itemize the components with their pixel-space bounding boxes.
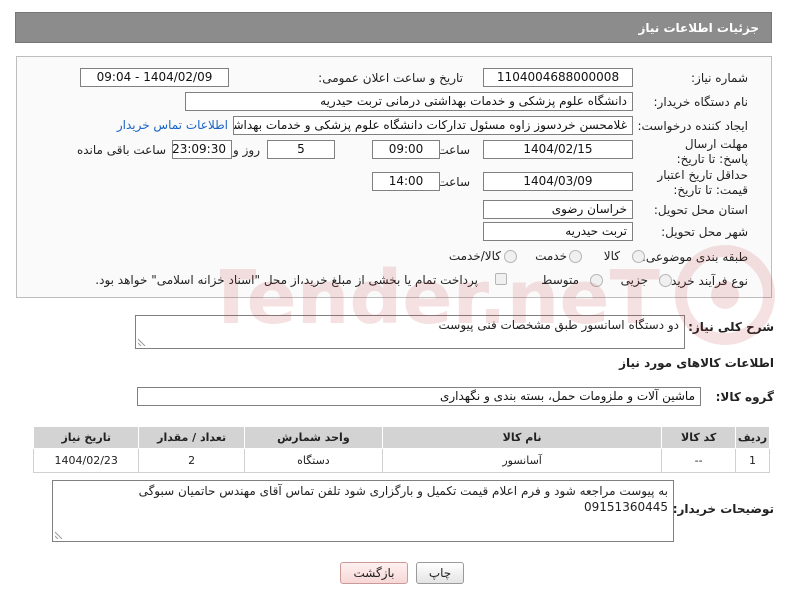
buyer-contact-link[interactable]: اطلاعات تماس خریدار: [117, 118, 228, 132]
category-option-goods-service: کالا/خدمت: [448, 249, 501, 263]
reply-time-field[interactable]: 09:00: [372, 140, 440, 159]
category-option-service: خدمت: [535, 249, 567, 263]
col-header-quantity: تعداد / مقدار: [138, 426, 245, 449]
col-header-need-date: تاریخ نیاز: [32, 426, 140, 449]
delivery-city-field[interactable]: تربت حیدریه: [483, 222, 633, 241]
print-button[interactable]: چاپ: [416, 562, 464, 584]
resize-grip-icon[interactable]: [138, 338, 146, 346]
cell-need-date: 1404/02/23: [32, 448, 140, 473]
category-radio-goods-service[interactable]: [504, 250, 517, 263]
treasury-payment-checkbox[interactable]: [495, 273, 507, 285]
buyer-notes-label: توضیحات خریدار:: [672, 502, 774, 516]
purchase-type-option-minor: جزیی: [620, 273, 648, 287]
cell-unit: دستگاه: [243, 448, 383, 473]
cell-quantity: 2: [138, 448, 245, 473]
category-radio-service[interactable]: [569, 250, 582, 263]
reply-time-label: ساعت: [437, 143, 470, 157]
announce-datetime-label: تاریخ و ساعت اعلان عمومی:: [318, 71, 463, 85]
need-number-label: شماره نیاز:: [691, 71, 748, 85]
days-field[interactable]: 5: [267, 140, 335, 159]
category-option-goods: کالا: [603, 249, 620, 263]
col-header-unit: واحد شمارش: [243, 426, 383, 449]
buyer-notes-textarea[interactable]: به پیوست مراجعه شود و فرم اعلام قیمت تکم…: [52, 480, 674, 542]
buyer-org-field[interactable]: دانشگاه علوم پزشکی و خدمات بهداشتی درمان…: [185, 92, 633, 111]
buyer-org-label: نام دستگاه خریدار:: [653, 95, 749, 109]
creator-label: ایجاد کننده درخواست:: [637, 119, 748, 133]
table-header-row: ردیف کد کالا نام کالا واحد شمارش تعداد /…: [32, 426, 770, 449]
col-header-goods-code: کد کالا: [661, 426, 737, 449]
delivery-city-label: شهر محل تحویل:: [661, 225, 748, 239]
col-header-goods-name: نام کالا: [381, 426, 663, 449]
need-number-field[interactable]: 1104004688000008: [483, 68, 633, 87]
description-text: دو دستگاه اسانسور طبق مشخصات فنی پیوست: [438, 318, 679, 332]
reply-date-field[interactable]: 1404/02/15: [483, 140, 633, 159]
category-label: طبقه بندی موضوعی:: [641, 250, 748, 264]
delivery-province-label: استان محل تحویل:: [653, 203, 748, 217]
price-validity-label: حداقل تاریخ اعتبار قیمت: تا تاریخ:: [657, 168, 748, 197]
price-date-field[interactable]: 1404/03/09: [483, 172, 633, 191]
buyer-notes-text: به پیوست مراجعه شود و فرم اعلام قیمت تکم…: [138, 484, 668, 514]
reply-deadline-label: مهلت ارسال پاسخ: تا تاریخ:: [676, 137, 748, 166]
creator-field[interactable]: غلامحسن خردسوز زاوه مسئول تدارکات دانشگا…: [233, 116, 633, 135]
category-radio-goods[interactable]: [632, 250, 645, 263]
price-time-label: ساعت: [437, 175, 470, 189]
resize-grip-icon[interactable]: [55, 531, 63, 539]
table-row[interactable]: 1 -- آسانسور دستگاه 2 1404/02/23: [32, 448, 770, 473]
col-header-row-number: ردیف: [735, 426, 770, 449]
goods-group-label: گروه کالا:: [715, 390, 774, 404]
treasury-payment-note: پرداخت تمام یا بخشی از مبلغ خرید،از محل …: [95, 273, 478, 287]
announce-datetime-field[interactable]: 1404/02/09 - 09:04: [80, 68, 229, 87]
purchase-type-label: نوع فرآیند خرید :: [663, 274, 748, 288]
remaining-time-label: ساعت باقی مانده: [76, 143, 166, 157]
price-time-field[interactable]: 14:00: [372, 172, 440, 191]
goods-section-title: اطلاعات کالاهای مورد نیاز: [619, 356, 774, 370]
cell-goods-code: --: [661, 448, 737, 473]
purchase-type-radio-minor[interactable]: [659, 274, 672, 287]
cell-goods-name: آسانسور: [381, 448, 663, 473]
goods-table: ردیف کد کالا نام کالا واحد شمارش تعداد /…: [32, 426, 770, 473]
page-title: جزئیات اطلاعات نیاز: [15, 12, 772, 43]
goods-group-field[interactable]: ماشین آلات و ملزومات حمل، بسته بندی و نگ…: [137, 387, 701, 406]
back-button[interactable]: بازگشت: [340, 562, 408, 584]
cell-row-number: 1: [735, 448, 770, 473]
purchase-type-option-medium: متوسط: [541, 273, 579, 287]
remaining-time-field[interactable]: 23:09:30: [172, 140, 232, 159]
purchase-type-radio-medium[interactable]: [590, 274, 603, 287]
delivery-province-field[interactable]: خراسان رضوی: [483, 200, 633, 219]
days-label: روز و: [233, 143, 260, 157]
description-textarea[interactable]: دو دستگاه اسانسور طبق مشخصات فنی پیوست: [135, 315, 685, 349]
description-label: شرح کلی نیاز:: [688, 320, 774, 334]
